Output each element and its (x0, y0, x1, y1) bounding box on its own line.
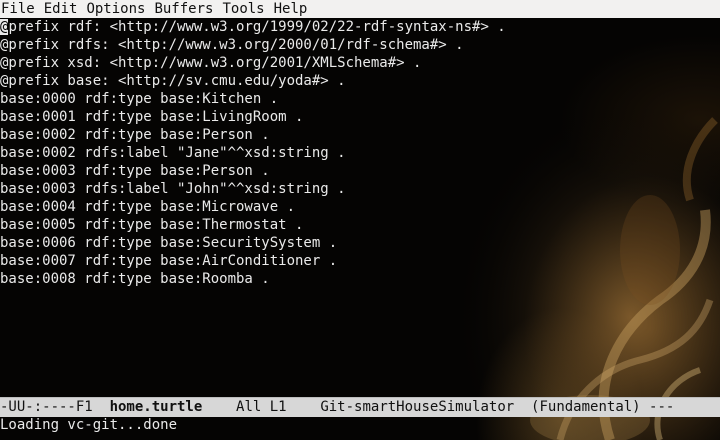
emacs-window: File Edit Options Buffers Tools Help @pr… (0, 0, 720, 440)
buffer-line: base:0003 rdfs:label "John"^^xsd:string … (0, 181, 346, 197)
menu-tools[interactable]: Tools (222, 0, 264, 18)
buffer-line: base:0007 rdf:type base:AirConditioner . (0, 253, 338, 269)
buffer-line: base:0001 rdf:type base:LivingRoom . (0, 109, 304, 125)
modeline-position: All L1 (202, 399, 321, 415)
buffer-line: @prefix base: <http://sv.cmu.edu/yoda#> … (0, 73, 346, 89)
buffer-line: base:0000 rdf:type base:Kitchen . (0, 91, 279, 107)
buffer-line: base:0005 rdf:type base:Thermostat . (0, 217, 304, 233)
buffer-line: base:0004 rdf:type base:Microwave . (0, 199, 296, 215)
buffer-line: base:0002 rdfs:label "Jane"^^xsd:string … (0, 145, 346, 161)
menu-help[interactable]: Help (274, 0, 308, 18)
modeline-status: -UU-:----F1 (0, 399, 110, 415)
menu-file[interactable]: File (1, 0, 35, 18)
menu-edit[interactable]: Edit (44, 0, 78, 18)
modeline-major-mode[interactable]: (Fundamental) --- (531, 398, 674, 417)
menu-options[interactable]: Options (86, 0, 145, 18)
menu-buffers[interactable]: Buffers (154, 0, 213, 18)
editor-buffer[interactable]: @prefix rdf: <http://www.w3.org/1999/02/… (0, 18, 720, 397)
echo-area: Loading vc-git...done (0, 417, 178, 433)
buffer-line: base:0006 rdf:type base:SecuritySystem . (0, 235, 338, 251)
buffer-line: base:0003 rdf:type base:Person . (0, 163, 270, 179)
buffer-line: @prefix rdf: <http://www.w3.org/1999/02/… (0, 18, 720, 36)
buffer-line: @prefix xsd: <http://www.w3.org/2001/XML… (0, 55, 422, 71)
buffer-line-text: prefix rdf: <http://www.w3.org/1999/02/2… (8, 19, 506, 35)
mode-line[interactable]: -UU-:----F1 home.turtle All L1 Git-smart… (0, 397, 720, 417)
menu-bar: File Edit Options Buffers Tools Help (0, 0, 720, 18)
buffer-line: @prefix rdfs: <http://www.w3.org/2000/01… (0, 37, 464, 53)
modeline-buffer-name[interactable]: home.turtle (110, 398, 203, 417)
buffer-line: base:0002 rdf:type base:Person . (0, 127, 270, 143)
modeline-vc-branch[interactable]: Git-smartHouseSimulator (320, 398, 531, 417)
buffer-line: base:0008 rdf:type base:Roomba . (0, 271, 270, 287)
